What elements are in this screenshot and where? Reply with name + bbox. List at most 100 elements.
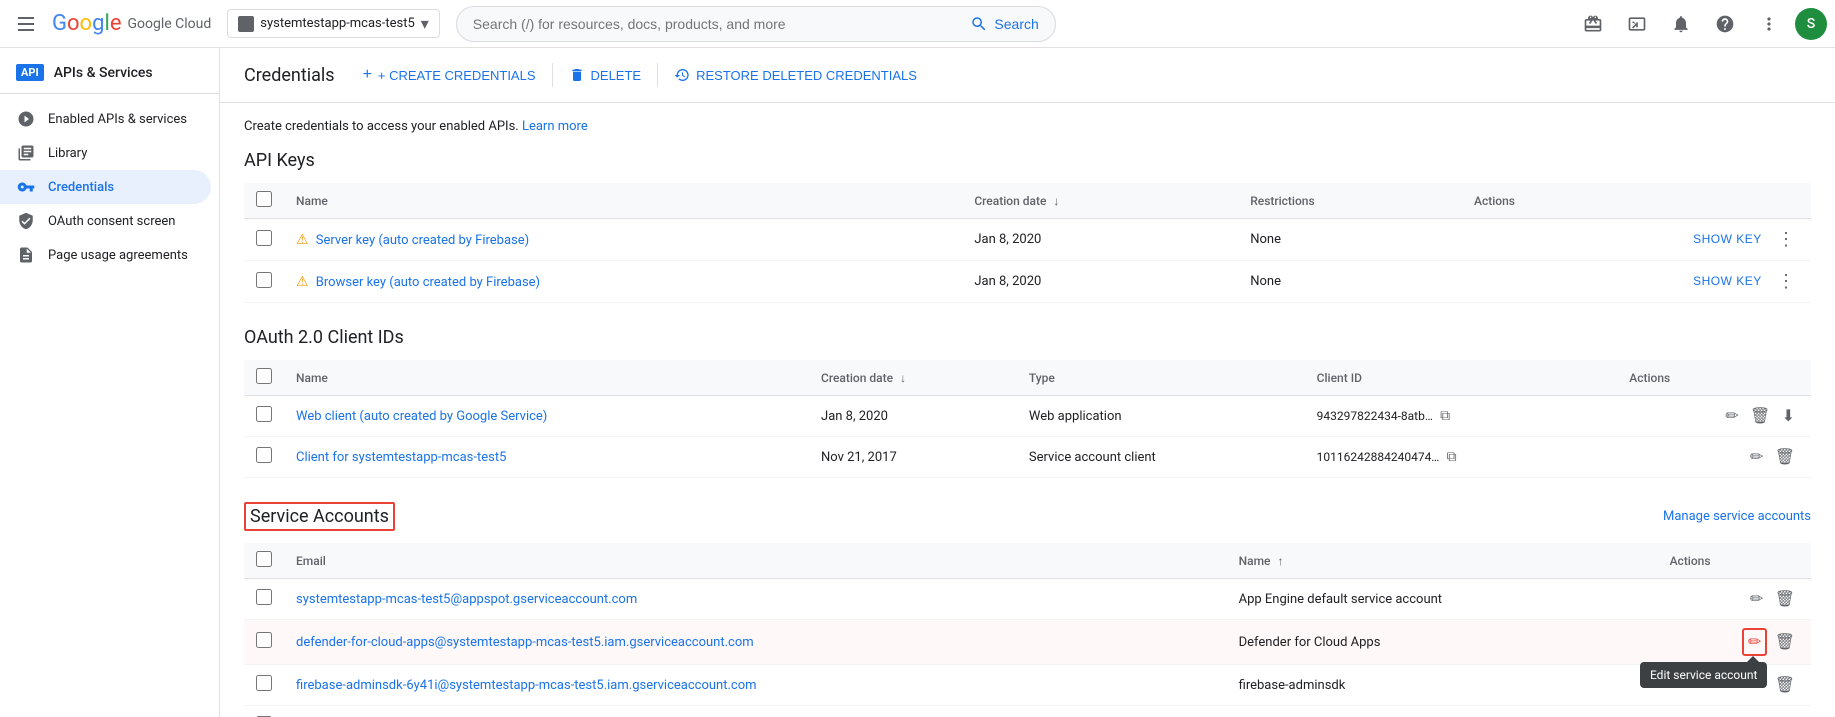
row-checkbox[interactable]	[256, 675, 272, 691]
sidebar-item-enabled-apis[interactable]: Enabled APIs & services	[0, 102, 211, 136]
terminal-icon-button[interactable]	[1619, 6, 1655, 42]
search-icon	[970, 15, 988, 33]
google-logo: Google	[52, 11, 121, 36]
copy-icon[interactable]: ⧉	[1440, 408, 1450, 424]
sa-actions-header: Actions	[1658, 543, 1811, 579]
sa-email-link[interactable]: firebase-adminsdk-6y41i@systemtestapp-mc…	[296, 678, 757, 693]
table-row: firebase-adminsdk-6y41i@systemtestapp-mc…	[244, 665, 1811, 706]
help-icon	[1715, 14, 1735, 34]
more-options-button[interactable]: ⋮	[1773, 227, 1799, 252]
hamburger-menu-button[interactable]	[8, 6, 44, 42]
sidebar-item-label: Page usage agreements	[48, 248, 188, 263]
plus-icon: +	[363, 66, 372, 84]
warning-icon: ⚠	[296, 232, 309, 248]
search-button[interactable]: Search	[970, 15, 1038, 33]
edit-sa-button[interactable]: ✏	[1746, 673, 1767, 697]
manage-service-accounts-link[interactable]: Manage service accounts	[1663, 509, 1811, 524]
show-key-button[interactable]: SHOW KEY	[1685, 270, 1770, 292]
api-badge: API	[16, 64, 44, 81]
learn-more-link[interactable]: Learn more	[522, 119, 588, 134]
delete-sa-button[interactable]: 🗑	[1771, 673, 1799, 697]
library-icon	[16, 144, 36, 162]
table-row: ⚠ Browser key (auto created by Firebase)…	[244, 261, 1811, 303]
api-keys-date-header[interactable]: Creation date ↓	[962, 183, 1238, 219]
copy-icon[interactable]: ⧉	[1447, 449, 1457, 465]
delete-sa-button[interactable]: 🗑	[1771, 630, 1799, 654]
delete-button[interactable]: 🗑	[1746, 404, 1774, 428]
row-checkbox[interactable]	[256, 230, 272, 246]
oauth-client-link[interactable]: Web client (auto created by Google Servi…	[296, 409, 547, 424]
restore-icon	[674, 67, 690, 83]
enabled-apis-icon	[16, 110, 36, 128]
row-checkbox[interactable]	[256, 272, 272, 288]
sidebar-header: API APIs & Services	[0, 56, 219, 94]
delete-button[interactable]: 🗑	[1771, 445, 1799, 469]
bell-icon	[1671, 14, 1691, 34]
oauth-type-header: Type	[1017, 360, 1305, 396]
creation-date: Jan 8, 2020	[962, 219, 1238, 261]
sa-select-all-checkbox[interactable]	[256, 551, 272, 567]
download-button[interactable]: ⬇	[1778, 404, 1799, 428]
edit-sa-button[interactable]: ✏	[1742, 628, 1767, 656]
oauth-icon	[16, 212, 36, 230]
oauth-date-header[interactable]: Creation date ↓	[809, 360, 1017, 396]
help-icon-button[interactable]	[1707, 6, 1743, 42]
row-checkbox[interactable]	[256, 447, 272, 463]
create-credentials-button[interactable]: + + CREATE CREDENTIALS	[351, 60, 548, 90]
sidebar-item-label: Library	[48, 146, 87, 161]
page-usage-icon	[16, 246, 36, 264]
client-id: 943297822434-8atb…	[1317, 409, 1433, 423]
edit-button[interactable]: ✏	[1746, 445, 1767, 469]
api-key-link[interactable]: Server key (auto created by Firebase)	[316, 233, 529, 248]
api-keys-actions-header: Actions	[1462, 183, 1811, 219]
sa-email-link[interactable]: systemtestapp-mcas-test5@appspot.gservic…	[296, 592, 637, 607]
notifications-icon-button[interactable]	[1663, 6, 1699, 42]
sa-name: systemtestapp-mcas-test5	[1227, 706, 1658, 717]
table-row: defender-for-cloud-apps@systemtestapp-mc…	[244, 620, 1811, 665]
creation-date: Jan 8, 2020	[809, 396, 1017, 437]
gift-icon-button[interactable]	[1575, 6, 1611, 42]
show-key-button[interactable]: SHOW KEY	[1685, 228, 1770, 250]
sidebar-item-oauth-consent[interactable]: OAuth consent screen	[0, 204, 211, 238]
api-keys-select-all-checkbox[interactable]	[256, 191, 272, 207]
table-row: ⚠ Server key (auto created by Firebase) …	[244, 219, 1811, 261]
warning-icon: ⚠	[296, 274, 309, 290]
chevron-down-icon: ▾	[421, 14, 429, 33]
search-input[interactable]	[473, 16, 971, 32]
sa-email-link[interactable]: defender-for-cloud-apps@systemtestapp-mc…	[296, 635, 754, 650]
more-options-button[interactable]	[1751, 6, 1787, 42]
oauth-table: Name Creation date ↓ Type Client ID	[244, 360, 1811, 478]
service-accounts-title-box: Service Accounts	[244, 502, 395, 531]
divider	[657, 63, 658, 87]
api-key-link[interactable]: Browser key (auto created by Firebase)	[316, 275, 540, 290]
edit-button[interactable]: ✏	[1721, 404, 1742, 428]
oauth-client-id-header: Client ID	[1305, 360, 1618, 396]
row-checkbox[interactable]	[256, 589, 272, 605]
restore-button[interactable]: RESTORE DELETED CREDENTIALS	[662, 61, 929, 89]
search-label: Search	[994, 16, 1038, 32]
sa-name-header[interactable]: Name ↑	[1227, 543, 1658, 579]
intro-text: Create credentials to access your enable…	[244, 119, 1811, 134]
sidebar-item-credentials[interactable]: Credentials	[0, 170, 211, 204]
main-layout: API APIs & Services Enabled APIs & servi…	[0, 48, 1835, 717]
row-checkbox[interactable]	[256, 406, 272, 422]
row-checkbox[interactable]	[256, 632, 272, 648]
sidebar-item-library[interactable]: Library	[0, 136, 211, 170]
oauth-select-all-checkbox[interactable]	[256, 368, 272, 384]
content-area: Credentials + + CREATE CREDENTIALS DELET…	[220, 48, 1835, 717]
google-cloud-logo[interactable]: Google Google Cloud	[52, 11, 211, 36]
oauth-client-link[interactable]: Client for systemtestapp-mcas-test5	[296, 450, 506, 465]
oauth-select-all-header	[244, 360, 284, 396]
topbar: Google Google Cloud systemtestapp-mcas-t…	[0, 0, 1835, 48]
credentials-icon	[16, 178, 36, 196]
project-selector[interactable]: systemtestapp-mcas-test5 ▾	[227, 9, 440, 38]
sa-email-header: Email	[284, 543, 1227, 579]
avatar[interactable]: S	[1795, 8, 1827, 40]
creation-date: Nov 21, 2017	[809, 437, 1017, 478]
sidebar-item-page-usage[interactable]: Page usage agreements	[0, 238, 211, 272]
more-options-button[interactable]: ⋮	[1773, 269, 1799, 294]
api-keys-section-title: API Keys	[244, 150, 1811, 171]
delete-button[interactable]: DELETE	[557, 61, 654, 89]
edit-sa-button[interactable]: ✏	[1746, 587, 1767, 611]
delete-sa-button[interactable]: 🗑	[1771, 587, 1799, 611]
